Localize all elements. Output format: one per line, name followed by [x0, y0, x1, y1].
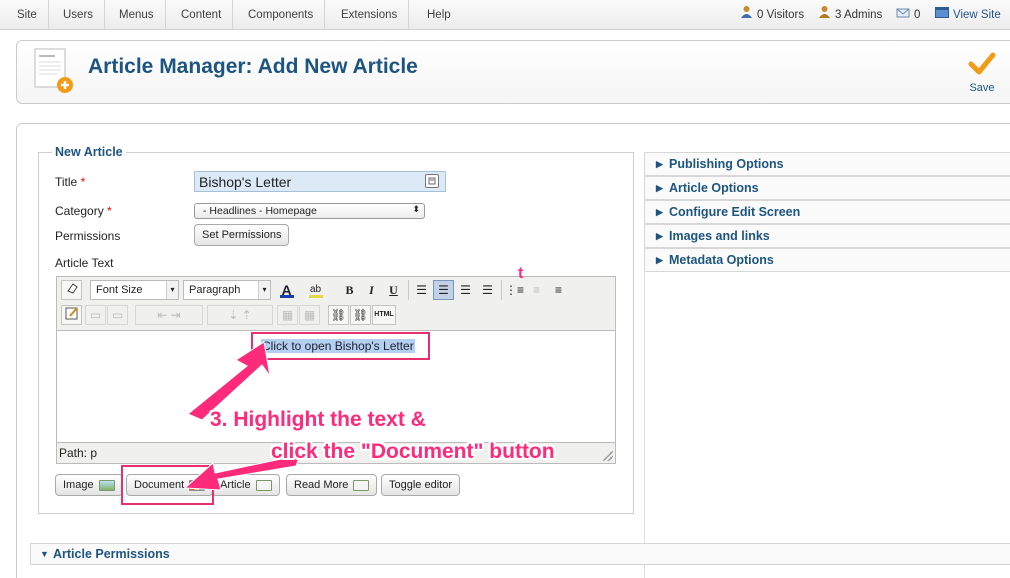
annotation-stray-mark: t	[518, 265, 524, 282]
annotation-arrows	[183, 341, 301, 491]
annotation-step-3-line2: click the "Document" button	[271, 440, 555, 463]
annotation-step-3-line1: 3. Highlight the text &	[210, 408, 426, 431]
